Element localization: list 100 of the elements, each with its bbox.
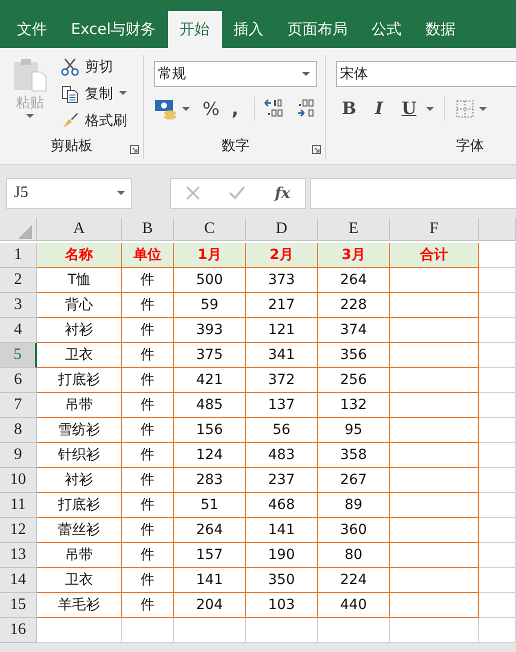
- table-cell: 156: [174, 418, 246, 443]
- table-cell: 393: [174, 318, 246, 343]
- row-header[interactable]: 12: [0, 518, 37, 543]
- dropdown-caret-icon[interactable]: [117, 190, 125, 196]
- column-header[interactable]: F: [390, 218, 479, 241]
- table-cell: 件: [122, 393, 174, 418]
- ribbon-tab[interactable]: Excel与财务: [59, 11, 168, 48]
- table-cell: 件: [122, 518, 174, 543]
- italic-button[interactable]: I: [366, 96, 392, 122]
- table-cell: 衬衫: [37, 468, 122, 493]
- empty-cell: [479, 343, 516, 368]
- row-header[interactable]: 7: [0, 393, 37, 418]
- table-cell: 157: [174, 543, 246, 568]
- table-cell: 468: [246, 493, 318, 518]
- table-cell: T恤: [37, 268, 122, 293]
- empty-cell: [174, 618, 246, 643]
- row-header[interactable]: 2: [0, 268, 37, 293]
- table-cell: 件: [122, 368, 174, 393]
- ribbon-tab[interactable]: 插入: [222, 11, 276, 48]
- ribbon-tab[interactable]: 数据: [414, 11, 468, 48]
- table-cell: 500: [174, 268, 246, 293]
- cut-button[interactable]: 剪切: [58, 53, 130, 80]
- empty-cell: [479, 468, 516, 493]
- copy-button[interactable]: 复制: [58, 80, 130, 107]
- row-header[interactable]: 5: [0, 343, 37, 368]
- formula-input[interactable]: [310, 178, 516, 208]
- dropdown-caret-icon[interactable]: [426, 106, 434, 112]
- underline-button[interactable]: U: [396, 96, 422, 122]
- ribbon-tab[interactable]: 公式: [360, 11, 414, 48]
- name-box[interactable]: J5: [6, 178, 132, 208]
- table-cell: 485: [174, 393, 246, 418]
- row-header[interactable]: 8: [0, 418, 37, 443]
- copy-icon: [61, 84, 79, 102]
- table-cell: 件: [122, 268, 174, 293]
- check-icon[interactable]: [229, 186, 246, 200]
- dropdown-caret-icon[interactable]: [119, 91, 127, 96]
- table-cell: 件: [122, 343, 174, 368]
- clipboard-icon: [12, 58, 48, 92]
- table-cell: 141: [174, 568, 246, 593]
- table-cell: 190: [246, 543, 318, 568]
- dropdown-caret-icon[interactable]: [182, 106, 190, 112]
- column-header[interactable]: A: [37, 218, 122, 241]
- table-cell: 蕾丝衫: [37, 518, 122, 543]
- table-cell: 356: [318, 343, 390, 368]
- row-header[interactable]: 6: [0, 368, 37, 393]
- ribbon-tab[interactable]: 开始: [168, 11, 222, 48]
- row-header[interactable]: 15: [0, 593, 37, 618]
- table-cell: 350: [246, 568, 318, 593]
- table-cell: 件: [122, 293, 174, 318]
- ribbon-tab[interactable]: 页面布局: [276, 11, 360, 48]
- column-title: 2月: [246, 243, 318, 268]
- column-header[interactable]: C: [174, 218, 246, 241]
- row-header[interactable]: 4: [0, 318, 37, 343]
- group-label: 剪贴板: [50, 137, 92, 156]
- table-cell: 360: [318, 518, 390, 543]
- column-header[interactable]: B: [122, 218, 174, 241]
- table-cell: 264: [174, 518, 246, 543]
- row-header[interactable]: 11: [0, 493, 37, 518]
- number-format-dropdown[interactable]: 常规: [154, 61, 317, 87]
- column-title: 3月: [318, 243, 390, 268]
- percent-button[interactable]: %: [200, 96, 222, 122]
- empty-cell: [479, 543, 516, 568]
- table-cell: 背心: [37, 293, 122, 318]
- painter-button[interactable]: 格式刷: [58, 107, 130, 134]
- row-header[interactable]: 10: [0, 468, 37, 493]
- font-name-field[interactable]: 宋体: [336, 61, 516, 87]
- empty-cell: [479, 368, 516, 393]
- row-header[interactable]: 13: [0, 543, 37, 568]
- table-cell: 121: [246, 318, 318, 343]
- scissors-icon: [61, 58, 79, 76]
- row-header[interactable]: 9: [0, 443, 37, 468]
- row-header[interactable]: 14: [0, 568, 37, 593]
- dialog-launcher-icon[interactable]: [130, 145, 139, 154]
- table-cell: 124: [174, 443, 246, 468]
- empty-cell: [479, 568, 516, 593]
- table-cell: 440: [318, 593, 390, 618]
- bold-button[interactable]: B: [336, 96, 362, 122]
- table-cell: 372: [246, 368, 318, 393]
- table-cell: 件: [122, 318, 174, 343]
- table-cell: 103: [246, 593, 318, 618]
- row-header[interactable]: 3: [0, 293, 37, 318]
- table-cell: 141: [246, 518, 318, 543]
- table-cell: 羊毛衫: [37, 593, 122, 618]
- table-cell: 224: [318, 568, 390, 593]
- dropdown-caret-icon[interactable]: [479, 106, 487, 112]
- table-cell: 137: [246, 393, 318, 418]
- empty-cell: [479, 518, 516, 543]
- row-header[interactable]: 1: [0, 243, 37, 268]
- dialog-launcher-icon[interactable]: [312, 145, 321, 154]
- dropdown-caret-icon[interactable]: [302, 72, 310, 76]
- column-header[interactable]: E: [318, 218, 390, 241]
- column-title: 1月: [174, 243, 246, 268]
- row-header[interactable]: 16: [0, 618, 37, 643]
- insert-function-button[interactable]: fx: [274, 184, 290, 202]
- empty-cell: [479, 393, 516, 418]
- ribbon-tab[interactable]: 文件: [5, 11, 59, 48]
- column-header[interactable]: D: [246, 218, 318, 241]
- comma-button[interactable]: ,: [224, 96, 246, 122]
- group-label: 数字: [222, 137, 250, 156]
- borders-icon[interactable]: [455, 99, 475, 119]
